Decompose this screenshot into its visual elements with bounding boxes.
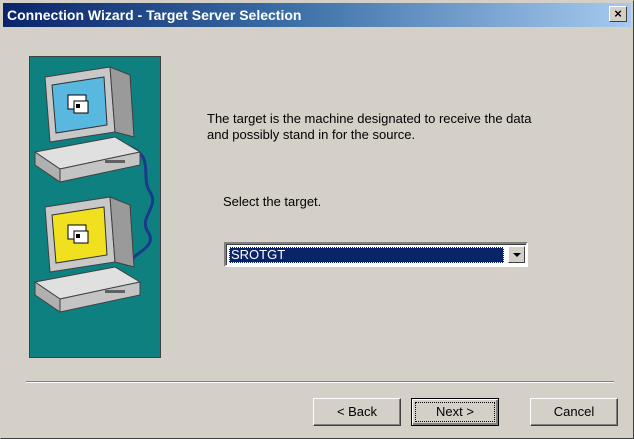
description-line-2: and possibly stand in for the source. — [207, 127, 416, 142]
window-title: Connection Wizard - Target Server Select… — [7, 7, 302, 23]
title-bar[interactable]: Connection Wizard - Target Server Select… — [3, 3, 631, 27]
select-target-label: Select the target. — [223, 194, 322, 209]
source-computer-icon — [33, 66, 142, 183]
wizard-illustration — [29, 56, 161, 358]
cancel-button-label: Cancel — [553, 404, 595, 419]
target-computer-icon — [33, 196, 142, 313]
next-button[interactable]: Next > — [411, 398, 499, 426]
back-button-label: < Back — [336, 404, 378, 419]
target-select-combobox[interactable]: SROTGT — [224, 242, 528, 267]
description-text: The target is the machine designated to … — [207, 111, 587, 143]
target-selected-value[interactable]: SROTGT — [229, 247, 504, 263]
dropdown-arrow-icon[interactable] — [508, 246, 525, 263]
combobox-inner: SROTGT — [226, 244, 526, 265]
cancel-button[interactable]: Cancel — [530, 398, 618, 426]
wizard-window: Connection Wizard - Target Server Select… — [0, 0, 634, 439]
description-line-1: The target is the machine designated to … — [207, 111, 532, 126]
focus-indicator — [415, 402, 495, 422]
close-button[interactable]: × — [609, 6, 627, 22]
close-icon: × — [614, 6, 622, 21]
back-button[interactable]: < Back — [313, 398, 401, 426]
button-separator — [26, 381, 614, 383]
